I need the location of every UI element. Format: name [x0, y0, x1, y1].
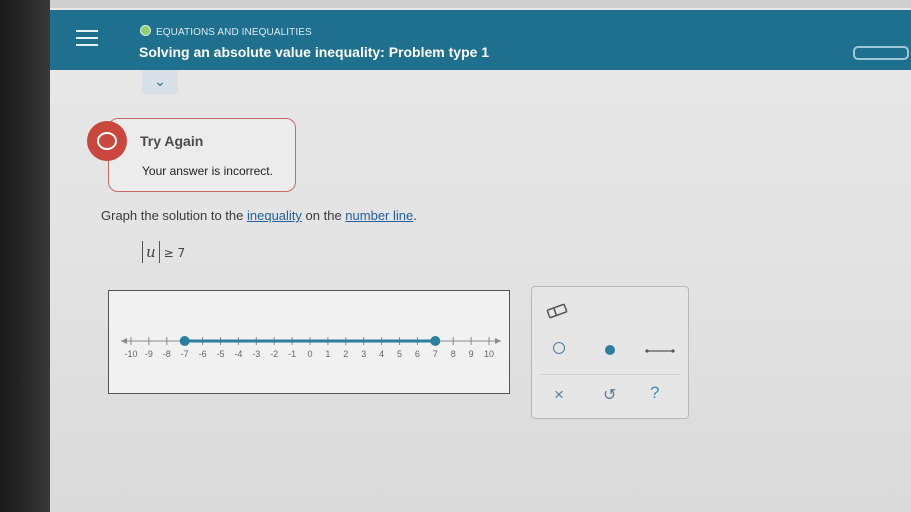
inequality-link[interactable]: inequality	[247, 208, 302, 223]
inequality-relation: ≥ 7	[163, 246, 186, 260]
tick-label: 8	[451, 349, 456, 359]
menu-icon[interactable]	[76, 30, 98, 50]
tick-label: -8	[163, 349, 171, 359]
tick-label: 2	[343, 349, 348, 359]
question-middle: on the	[301, 208, 346, 223]
undo-icon[interactable]: ↺	[603, 385, 616, 405]
tick-label: -2	[270, 349, 278, 359]
question-prefix: Graph the solution to the	[101, 208, 247, 223]
tick-label: 0	[307, 349, 312, 359]
tick-label: 6	[415, 349, 420, 359]
screen: EQUATIONS AND INEQUALITIES Solving an ab…	[50, 8, 911, 512]
tick-label: 9	[469, 349, 474, 359]
question-text: Graph the solution to the inequality on …	[101, 208, 417, 223]
tick-label: -7	[181, 349, 189, 359]
inequality-expression: u ≥ 7	[142, 241, 185, 263]
monitor-bezel	[0, 0, 50, 512]
tick-label: -5	[216, 349, 224, 359]
tick-label: -3	[252, 349, 260, 359]
tick-label: 5	[397, 349, 402, 359]
tick-label: -1	[288, 349, 296, 359]
feedback-icon	[87, 121, 127, 161]
tick-label: 3	[361, 349, 366, 359]
tick-label: 1	[325, 349, 330, 359]
tick-label: -9	[145, 349, 153, 359]
plotted-point	[430, 336, 441, 346]
graph-toolbar: × ↺ ?	[531, 286, 689, 419]
number-line-panel[interactable]: -10 -9 -8 -7 -6 -5 -4 -3 -2 -1 0 1 2 3 4 5 6 7 8 9 10	[108, 290, 510, 394]
feedback-message: Your answer is incorrect.	[142, 164, 273, 178]
topic-label: EQUATIONS AND INEQUALITIES	[140, 25, 312, 38]
question-suffix: .	[413, 208, 417, 223]
closed-dot-icon[interactable]	[605, 345, 615, 355]
close-icon[interactable]: ×	[554, 385, 564, 405]
abs-value: u	[142, 241, 160, 263]
tick-label: 10	[484, 349, 494, 359]
topic-text: EQUATIONS AND INEQUALITIES	[156, 27, 312, 38]
left-arrow-icon	[121, 338, 127, 344]
feedback-title: Try Again	[140, 133, 204, 149]
number-line[interactable]: -10 -9 -8 -7 -6 -5 -4 -3 -2 -1 0 1 2 3 4 5 6 7 8 9 10	[109, 291, 509, 393]
progress-pill	[853, 46, 909, 60]
segment-icon[interactable]	[645, 346, 675, 356]
feedback-box	[108, 118, 296, 192]
eraser-icon[interactable]	[546, 303, 568, 319]
help-icon[interactable]: ?	[650, 383, 659, 403]
page-title: Solving an absolute value inequality: Pr…	[139, 44, 490, 60]
tick-label: -4	[234, 349, 242, 359]
tick-label: -10	[124, 349, 137, 359]
tick-label: 4	[379, 349, 384, 359]
open-dot-icon[interactable]	[553, 342, 565, 354]
right-arrow-icon	[495, 338, 501, 344]
plotted-point	[179, 336, 190, 346]
expand-chevron-icon[interactable]: ⌄	[142, 70, 178, 94]
topic-status-icon	[140, 25, 151, 36]
header-bar: EQUATIONS AND INEQUALITIES Solving an ab…	[50, 10, 911, 70]
toolbar-divider	[540, 374, 680, 375]
tick-label: 7	[433, 349, 438, 359]
number-line-link[interactable]: number line	[345, 208, 413, 223]
tick-label: -6	[199, 349, 207, 359]
